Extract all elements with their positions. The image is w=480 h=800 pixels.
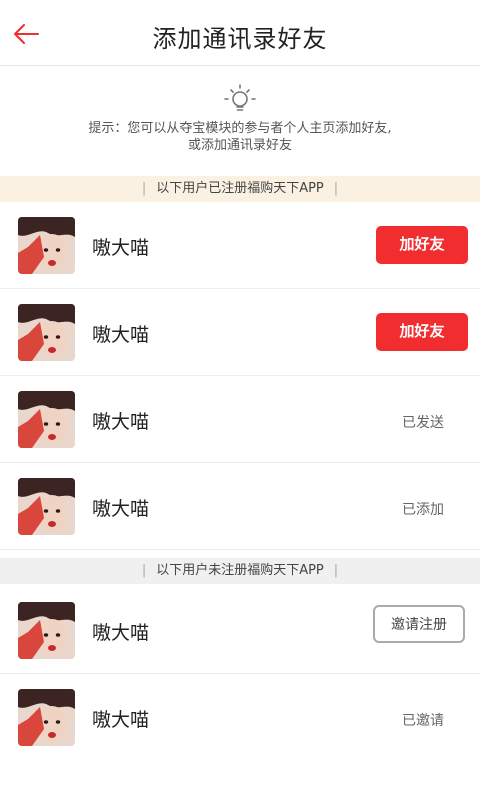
avatar [18,304,75,361]
contact-name: 嗷大喵 [92,622,150,644]
contact-name: 嗷大喵 [92,237,150,259]
contact-row: 嗷大喵 加好友 [0,289,480,376]
tip-text: 提示：您可以从夺宝模块的参与者个人主页添加好友, 或添加通讯录好友 [40,120,440,154]
contact-name: 嗷大喵 [92,411,150,433]
contact-name: 嗷大喵 [92,324,150,346]
header-bar: 添加通讯录好友 [0,0,480,66]
avatar [18,217,75,274]
unregistered-section-header: | 以下用户未注册福购天下APP | [0,558,480,584]
tip-line-1: 提示：您可以从夺宝模块的参与者个人主页添加好友, [88,121,392,136]
contact-row: 嗷大喵 加好友 [0,202,480,289]
invited-status: 已邀请 [402,713,444,729]
registered-section-header: | 以下用户已注册福购天下APP | [0,176,480,202]
added-status: 已添加 [402,502,444,518]
lightbulb-icon [222,82,258,118]
tip-panel: 提示：您可以从夺宝模块的参与者个人主页添加好友, 或添加通讯录好友 [0,66,480,176]
contact-row: 嗷大喵 邀请注册 [0,587,480,674]
contact-name: 嗷大喵 [92,709,150,731]
invite-register-button[interactable]: 邀请注册 [373,605,465,643]
unregistered-section-label: 以下用户未注册福购天下APP [156,563,324,578]
contact-row: 嗷大喵 已邀请 [0,674,480,761]
sent-status: 已发送 [402,415,444,431]
avatar [18,689,75,746]
avatar [18,602,75,659]
avatar [18,391,75,448]
contact-row: 嗷大喵 已添加 [0,463,480,550]
tip-line-2: 或添加通讯录好友 [187,138,292,153]
contact-row: 嗷大喵 已发送 [0,376,480,463]
registered-section-label: 以下用户已注册福购天下APP [156,181,324,196]
avatar [18,478,75,535]
add-friend-button[interactable]: 加好友 [376,313,468,351]
contact-name: 嗷大喵 [92,498,150,520]
add-friend-button[interactable]: 加好友 [376,226,468,264]
page-title: 添加通讯录好友 [152,25,328,53]
